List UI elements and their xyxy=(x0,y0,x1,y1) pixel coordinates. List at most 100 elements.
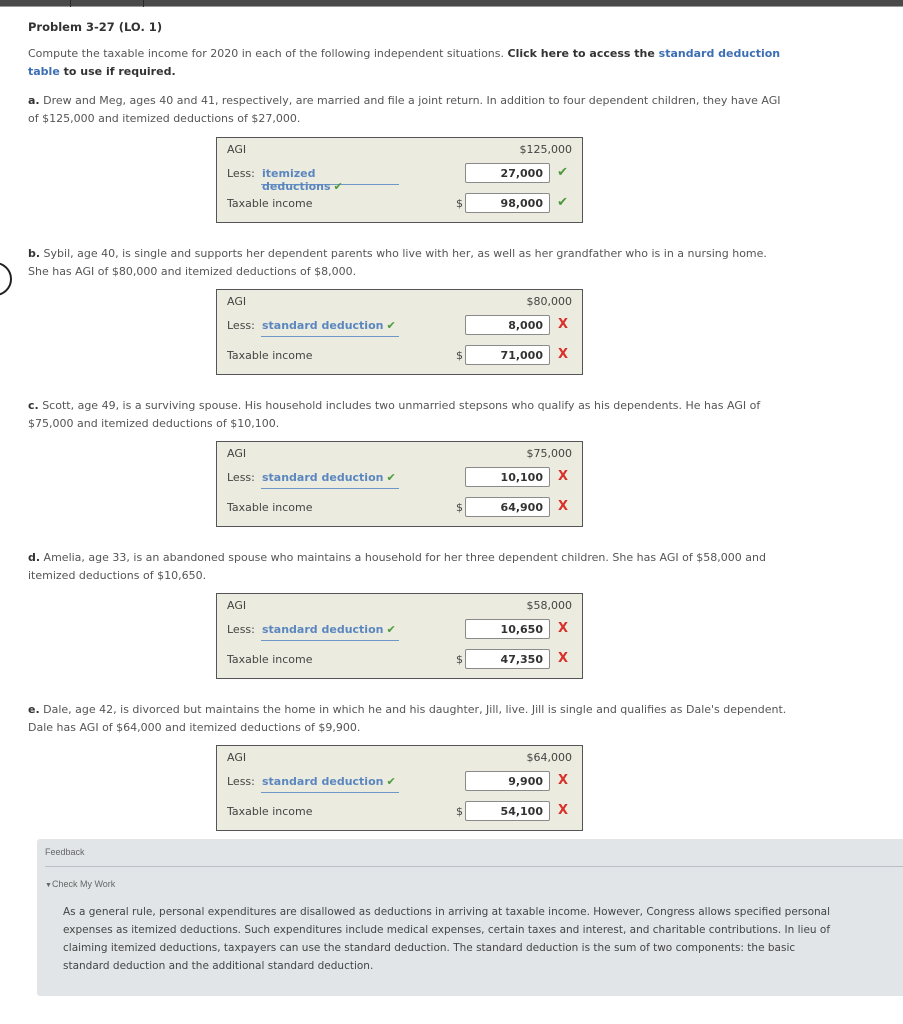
answer-table: AGI $58,000 Less: standard deduction ✔ 10,650… xyxy=(216,593,583,679)
taxable-income-input[interactable]: 98,000 xyxy=(465,193,550,213)
part-letter: d. xyxy=(28,551,41,564)
agi-value: $75,000 xyxy=(526,447,573,460)
cross-icon: X xyxy=(557,651,568,666)
deduction-type-value: standard deduction xyxy=(262,623,384,636)
part-description: a. Drew and Meg, ages 40 and 41, respect… xyxy=(28,92,788,128)
less-label: Less: xyxy=(227,167,255,180)
deduction-type-dropdown[interactable]: standard deduction ✔ xyxy=(261,771,399,793)
deduction-type-dropdown[interactable]: standard deduction ✔ xyxy=(261,467,399,489)
taxable-income-label: Taxable income xyxy=(227,349,313,362)
check-icon: ✔ xyxy=(557,195,568,210)
problem-title: Problem 3-27 (LO. 1) xyxy=(28,20,163,34)
deduction-type-value: itemized deductions xyxy=(262,167,331,193)
part-text: Amelia, age 33, is an abandoned spouse w… xyxy=(28,551,766,582)
taxable-income-label: Taxable income xyxy=(227,805,313,818)
taxable-income-row: Taxable income $54,100 X xyxy=(227,801,572,823)
part-letter: b. xyxy=(28,247,41,260)
part-description: b. Sybil, age 40, is single and supports… xyxy=(28,245,788,281)
agi-row: AGI $125,000 xyxy=(227,139,572,161)
instructions-bold-end: to use if required. xyxy=(59,65,176,78)
deduction-amount-input[interactable]: 9,900 xyxy=(465,771,550,791)
check-icon: ✔ xyxy=(557,165,568,180)
agi-row: AGI $64,000 xyxy=(227,747,572,769)
agi-value: $64,000 xyxy=(526,751,573,764)
taxable-income-input[interactable]: 54,100 xyxy=(465,801,550,821)
part-letter: c. xyxy=(28,399,39,412)
part-letter: e. xyxy=(28,703,40,716)
taxable-income-input[interactable]: 47,350 xyxy=(465,649,550,669)
part-description: e. Dale, age 42, is divorced but maintai… xyxy=(28,701,788,737)
deduction-row: Less: standard deduction ✔ 10,100 X xyxy=(227,467,572,489)
answer-table: AGI $125,000 Less: itemized deductions ✔ 27,0… xyxy=(216,137,583,223)
deduction-amount-input[interactable]: 27,000 xyxy=(465,163,550,183)
deduction-row: Less: standard deduction ✔ 10,650 X xyxy=(227,619,572,641)
agi-value: $58,000 xyxy=(526,599,573,612)
deduction-amount-input[interactable]: 10,650 xyxy=(465,619,550,639)
taxable-income-input[interactable]: 64,900 xyxy=(465,497,550,517)
deduction-row: Less: standard deduction ✔ 9,900 X xyxy=(227,771,572,793)
browser-top-bar xyxy=(0,0,903,7)
answer-table: AGI $80,000 Less: standard deduction ✔ 8,000 X… xyxy=(216,289,583,375)
agi-value: $125,000 xyxy=(519,143,573,156)
check-icon: ✔ xyxy=(386,319,396,332)
taxable-income-row: Taxable income $98,000 ✔ xyxy=(227,193,572,215)
deduction-row: Less: standard deduction ✔ 8,000 X xyxy=(227,315,572,337)
deduction-type-dropdown[interactable]: itemized deductions ✔ xyxy=(261,163,399,193)
agi-label: AGI xyxy=(227,295,247,308)
cross-icon: X xyxy=(557,499,568,514)
currency-symbol: $ xyxy=(456,349,463,362)
answer-table: AGI $64,000 Less: standard deduction ✔ 9,900 X… xyxy=(216,745,583,831)
problem-instructions: Compute the taxable income for 2020 in e… xyxy=(28,45,788,81)
agi-label: AGI xyxy=(227,599,247,612)
agi-label: AGI xyxy=(227,751,247,764)
top-bar-divider xyxy=(143,0,144,7)
instructions-bold: Click here to access the xyxy=(507,47,659,60)
currency-symbol: $ xyxy=(456,501,463,514)
part-text: Scott, age 49, is a surviving spouse. Hi… xyxy=(28,399,761,430)
taxable-income-label: Taxable income xyxy=(227,501,313,514)
less-label: Less: xyxy=(227,471,255,484)
deduction-row: Less: itemized deductions ✔ 27,000 ✔ xyxy=(227,163,572,193)
collapse-triangle-icon: ▼ xyxy=(45,882,52,889)
taxable-income-label: Taxable income xyxy=(227,653,313,666)
deduction-amount-input[interactable]: 8,000 xyxy=(465,315,550,335)
part-text: Sybil, age 40, is single and supports he… xyxy=(28,247,767,278)
feedback-panel: Feedback ▼Check My Work As a general rul… xyxy=(37,839,903,996)
feedback-heading: Feedback xyxy=(45,847,85,857)
less-label: Less: xyxy=(227,623,255,636)
currency-symbol: $ xyxy=(456,653,463,666)
currency-symbol: $ xyxy=(456,197,463,210)
answer-table: AGI $75,000 Less: standard deduction ✔ 10,100… xyxy=(216,441,583,527)
deduction-type-dropdown[interactable]: standard deduction ✔ xyxy=(261,315,399,337)
deduction-type-value: standard deduction xyxy=(262,471,384,484)
check-my-work-label: Check My Work xyxy=(51,879,116,889)
check-icon: ✔ xyxy=(386,775,396,788)
deduction-amount-input[interactable]: 10,100 xyxy=(465,467,550,487)
agi-row: AGI $80,000 xyxy=(227,291,572,313)
part-description: d. Amelia, age 33, is an abandoned spous… xyxy=(28,549,788,585)
part-text: Dale, age 42, is divorced but maintains … xyxy=(28,703,787,734)
deduction-type-dropdown[interactable]: standard deduction ✔ xyxy=(261,619,399,641)
instructions-text: Compute the taxable income for 2020 in e… xyxy=(28,47,508,60)
check-icon: ✔ xyxy=(386,471,396,484)
taxable-income-input[interactable]: 71,000 xyxy=(465,345,550,365)
agi-row: AGI $75,000 xyxy=(227,443,572,465)
cross-icon: X xyxy=(557,347,568,362)
part-text: Drew and Meg, ages 40 and 41, respective… xyxy=(28,94,781,125)
partial-circle-annotation xyxy=(0,262,12,296)
check-icon: ✔ xyxy=(386,623,396,636)
cross-icon: X xyxy=(557,317,568,332)
feedback-explanation: As a general rule, personal expenditures… xyxy=(63,906,831,972)
deduction-type-value: standard deduction xyxy=(262,319,384,332)
taxable-income-row: Taxable income $47,350 X xyxy=(227,649,572,671)
top-bar-divider xyxy=(70,0,71,7)
check-my-work-toggle[interactable]: ▼Check My Work xyxy=(45,879,115,889)
less-label: Less: xyxy=(227,319,255,332)
less-label: Less: xyxy=(227,775,255,788)
cross-icon: X xyxy=(557,803,568,818)
check-icon: ✔ xyxy=(333,180,343,193)
taxable-income-label: Taxable income xyxy=(227,197,313,210)
cross-icon: X xyxy=(557,469,568,484)
agi-row: AGI $58,000 xyxy=(227,595,572,617)
agi-value: $80,000 xyxy=(526,295,573,308)
